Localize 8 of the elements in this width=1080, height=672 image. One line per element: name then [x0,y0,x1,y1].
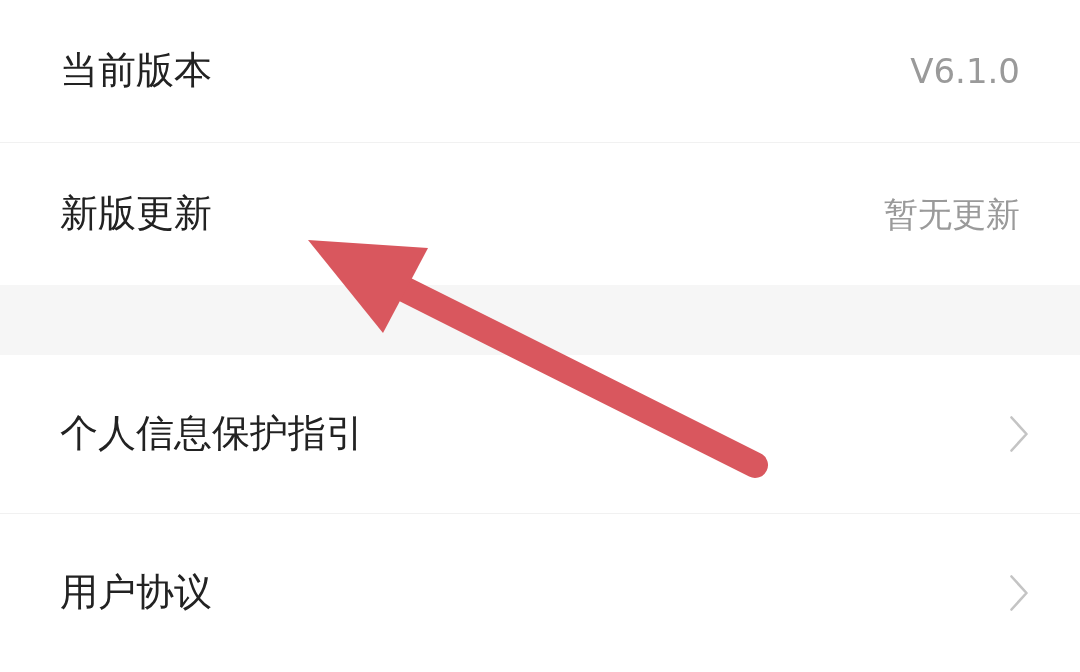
setting-label: 新版更新 [60,191,212,237]
setting-value: V6.1.0 [910,50,1020,92]
chevron-right-icon [1010,416,1028,452]
setting-link[interactable]: 个人信息保护指引 [60,411,364,457]
setting-label: 当前版本 [60,48,212,94]
setting-link[interactable]: 用户协议 [60,570,212,616]
chevron-right-icon [1010,575,1028,611]
setting-value: 暂无更新 [884,193,1020,235]
